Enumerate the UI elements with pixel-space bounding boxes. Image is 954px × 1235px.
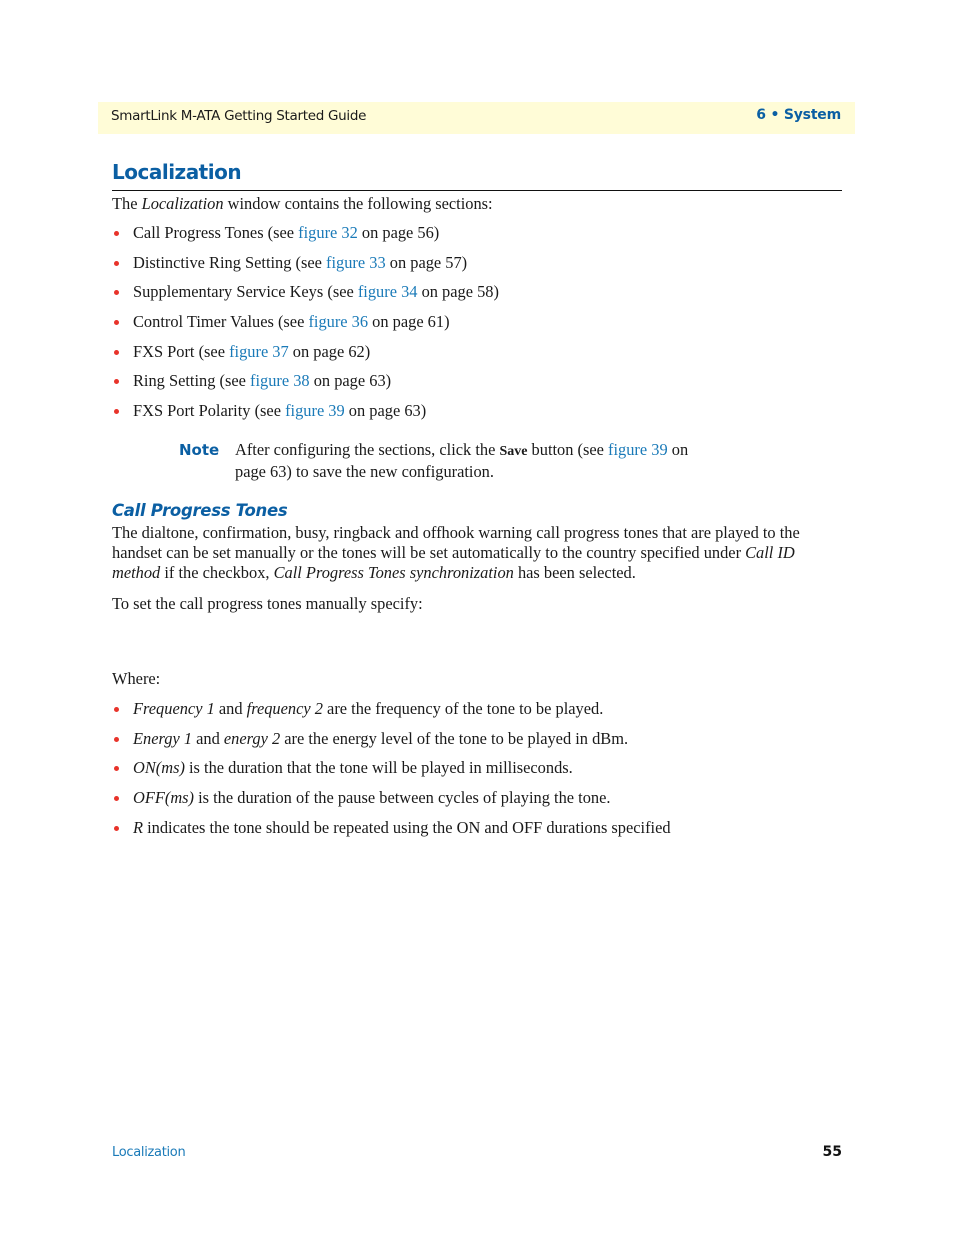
def-text: indicates the tone should be repeated us… <box>143 817 671 837</box>
note-text-middle: button (see <box>527 440 609 459</box>
item-page: on page 63) <box>309 371 392 391</box>
bullet-icon <box>114 409 119 415</box>
list-item: Energy 1 and energy 2 are the energy lev… <box>112 729 671 759</box>
bullet-icon <box>114 260 119 266</box>
item-text: Call Progress Tones (see <box>133 223 299 242</box>
para-text: if the checkbox, <box>160 563 274 582</box>
footer-section-name: Localization <box>112 1145 186 1160</box>
item-page: on page 63) <box>344 401 427 421</box>
manual-paragraph: To set the call progress tones manually … <box>112 594 423 613</box>
list-item: Frequency 1 and frequency 2 are the freq… <box>112 699 671 729</box>
list-item: Distinctive Ring Setting (see figure 33 … <box>112 253 499 283</box>
bullet-icon <box>114 349 119 355</box>
guide-title: SmartLink M-ATA Getting Started Guide <box>111 108 367 124</box>
definitions-list: Frequency 1 and frequency 2 are the freq… <box>112 699 671 847</box>
list-item: FXS Port Polarity (see figure 39 on page… <box>112 401 499 431</box>
bullet-icon <box>114 320 119 326</box>
figure-link[interactable]: figure 39 <box>285 401 345 420</box>
intro-paragraph: The Localization window contains the fol… <box>112 194 493 214</box>
para-italic: Call Progress Tones synchronization <box>273 563 514 582</box>
def-text: are the frequency of the tone to be play… <box>322 699 604 718</box>
term: Frequency 1 <box>133 699 215 718</box>
def-text: and <box>214 699 247 718</box>
term: R <box>133 817 144 837</box>
bullet-icon <box>114 736 119 742</box>
bullet-icon <box>114 379 119 385</box>
bullet-icon <box>114 825 119 831</box>
sections-list: Call Progress Tones (see figure 32 on pa… <box>112 223 499 431</box>
figure-link[interactable]: figure 36 <box>308 312 368 331</box>
term: energy 2 <box>223 728 281 748</box>
item-page: on page 61) <box>368 312 450 332</box>
intro-text: The <box>112 194 142 213</box>
item-page: on page 58) <box>417 282 499 302</box>
list-item: Call Progress Tones (see figure 32 on pa… <box>112 223 499 253</box>
bullet-icon <box>114 796 119 802</box>
para-text: The dialtone, confirmation, busy, ringba… <box>112 523 800 562</box>
def-text: is the duration of the pause between cyc… <box>194 788 611 808</box>
section-heading: Localization <box>112 160 242 184</box>
item-text: Control Timer Values (see <box>133 312 309 332</box>
note-label: Note <box>179 441 220 459</box>
chapter-label: 6 • System <box>756 107 841 123</box>
def-text: and <box>192 728 224 748</box>
list-item: FXS Port (see figure 37 on page 62) <box>112 342 499 372</box>
intro-text-end: window contains the following sections: <box>223 194 493 213</box>
note-text: After configuring the sections, click th… <box>235 440 705 482</box>
figure-link[interactable]: figure 38 <box>250 371 310 390</box>
figure-link[interactable]: figure 32 <box>298 223 358 242</box>
bullet-icon <box>114 766 119 772</box>
figure-link[interactable]: figure 33 <box>326 253 386 272</box>
item-page: on page 56) <box>357 223 440 242</box>
bullet-icon <box>114 231 119 236</box>
save-term: Save <box>499 444 528 459</box>
list-item: OFF(ms) is the duration of the pause bet… <box>112 788 671 818</box>
running-header: SmartLink M-ATA Getting Started Guide 6 … <box>98 102 855 134</box>
term: Energy 1 <box>133 728 193 748</box>
page-number: 55 <box>822 1144 842 1160</box>
bullet-icon <box>114 707 119 712</box>
item-text: Ring Setting (see <box>133 371 250 391</box>
list-item: Control Timer Values (see figure 36 on p… <box>112 312 499 342</box>
figure-link[interactable]: figure 34 <box>358 282 418 301</box>
term: frequency 2 <box>246 699 323 718</box>
subsection-heading: Call Progress Tones <box>112 501 288 520</box>
bullet-icon <box>114 290 119 296</box>
term: OFF(ms) <box>133 788 194 808</box>
item-text: Supplementary Service Keys (see <box>133 282 358 302</box>
where-label: Where: <box>112 669 161 688</box>
def-text: is the duration that the tone will be pl… <box>184 758 573 778</box>
list-item: R indicates the tone should be repeated … <box>112 818 671 848</box>
item-text: FXS Port (see <box>133 341 230 361</box>
note-text-start: After configuring the sections, click th… <box>235 440 500 459</box>
item-text: FXS Port Polarity (see <box>133 401 286 421</box>
item-page: on page 57) <box>385 252 468 272</box>
term: ON(ms) <box>133 758 185 778</box>
list-item: Ring Setting (see figure 38 on page 63) <box>112 371 499 401</box>
heading-rule <box>112 190 842 191</box>
figure-link[interactable]: figure 39 <box>608 440 668 459</box>
list-item: ON(ms) is the duration that the tone wil… <box>112 758 671 788</box>
para-text: has been selected. <box>513 563 636 582</box>
call-progress-paragraph: The dialtone, confirmation, busy, ringba… <box>112 523 812 583</box>
document-page: SmartLink M-ATA Getting Started Guide 6 … <box>0 0 954 1235</box>
figure-link[interactable]: figure 37 <box>229 342 289 361</box>
item-text: Distinctive Ring Setting (see <box>133 252 327 272</box>
list-item: Supplementary Service Keys (see figure 3… <box>112 282 499 312</box>
intro-italic: Localization <box>141 194 224 213</box>
def-text: are the energy level of the tone to be p… <box>280 728 629 748</box>
item-page: on page 62) <box>288 341 371 361</box>
